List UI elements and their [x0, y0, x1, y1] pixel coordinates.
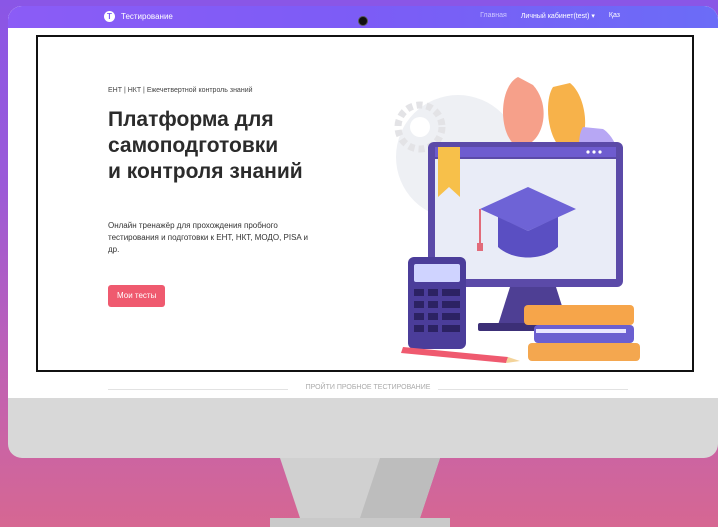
camera-icon: [358, 16, 368, 26]
brand-name: Тестирование: [121, 12, 173, 21]
calculator-icon: [408, 257, 466, 349]
hero-title-line: самоподготовки: [108, 134, 279, 157]
leaf-decoration: [503, 77, 544, 147]
section-divider: ПРОЙТИ ПРОБНОЕ ТЕСТИРОВАНИЕ: [108, 384, 628, 394]
hero-title-line: Платформа для: [108, 108, 274, 131]
monitor-frame: Т Тестирование Главная Личный кабинет(te…: [8, 6, 718, 458]
browser-screen: Т Тестирование Главная Личный кабинет(te…: [8, 6, 718, 398]
hero-description: Онлайн тренажёр для прохождения пробного…: [108, 221, 308, 254]
hero-section: ЕНТ | НКТ | Ежечетвертной контроль знани…: [36, 35, 694, 372]
monitor-stand: [270, 458, 450, 527]
divider-line: [438, 389, 628, 390]
nav-link-language[interactable]: Қаз: [609, 12, 620, 20]
nav-link-home[interactable]: Главная: [480, 12, 507, 20]
logo-icon: Т: [104, 11, 115, 22]
nav-link-cabinet[interactable]: Личный кабинет(test) ▾: [521, 12, 595, 20]
brand[interactable]: Т Тестирование: [104, 11, 173, 22]
pencil-icon: [401, 347, 520, 363]
nav-links: Главная Личный кабинет(test) ▾ Қаз: [480, 12, 620, 20]
books-icon: [524, 305, 640, 361]
hero-eyebrow: ЕНТ | НКТ | Ежечетвертной контроль знани…: [108, 87, 253, 94]
hero-title: Платформа для самоподготовки и контроля …: [108, 107, 318, 185]
my-tests-button[interactable]: Мои тесты: [108, 285, 166, 307]
hero-title-line: и контроля знаний: [108, 160, 303, 183]
hero-illustration: [394, 77, 640, 363]
